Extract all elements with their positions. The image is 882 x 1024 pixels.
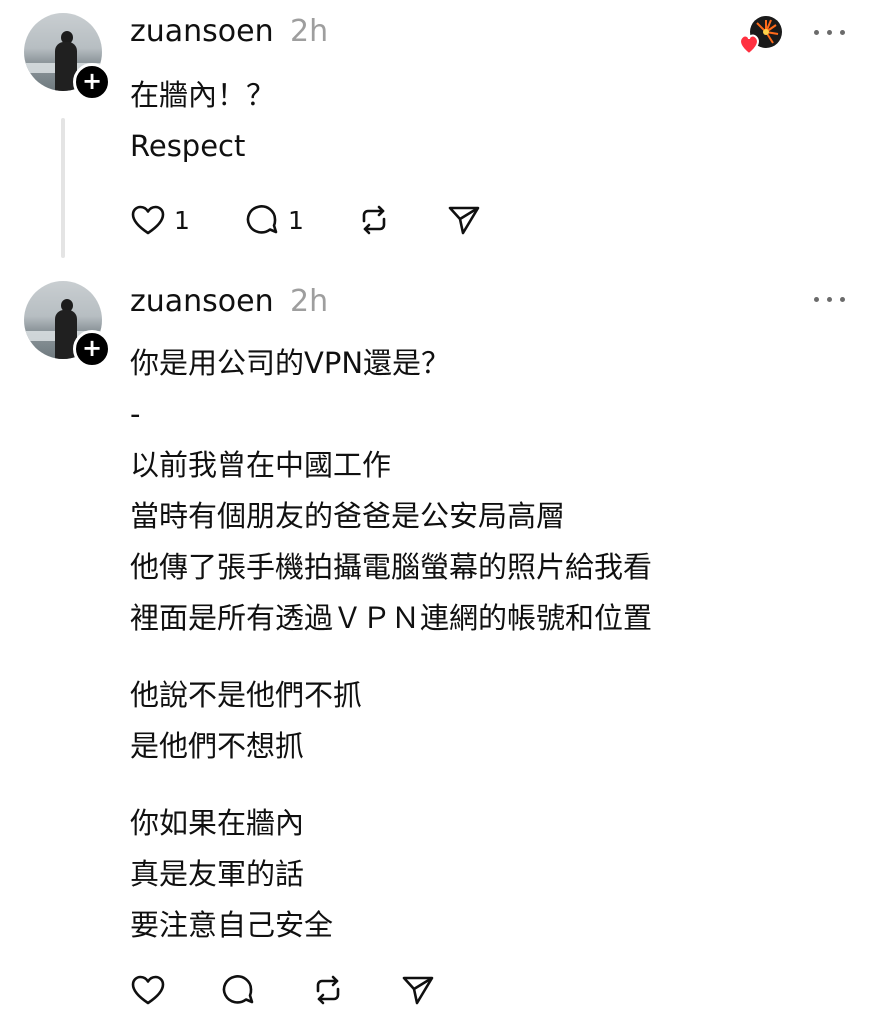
text-line: 是他們不想抓 <box>130 729 305 763</box>
more-options-icon[interactable] <box>810 290 850 310</box>
comment-bubble-icon <box>222 975 254 1004</box>
reply-button[interactable]: 1 <box>244 200 304 240</box>
username[interactable]: zuansoen <box>130 284 274 319</box>
follow-plus-icon[interactable]: + <box>73 63 111 101</box>
post-text: 你是用公司的VPN還是？ - 以前我曾在中國工作 當時有個朋友的爸爸是公安局高層… <box>130 338 652 951</box>
text-line: 他傳了張手機拍攝電腦螢幕的照片給我看 <box>130 550 653 584</box>
text-line: 你是用公司的VPN還是？ <box>130 346 451 380</box>
share-button[interactable] <box>400 970 436 1010</box>
reply-button[interactable] <box>220 970 256 1010</box>
reply-count: 1 <box>288 205 304 235</box>
text-line: 當時有個朋友的爸爸是公安局高層 <box>130 499 566 533</box>
text-line: 他說不是他們不抓 <box>130 678 363 712</box>
liked-by-author-badge-icon <box>738 14 784 58</box>
comment-bubble-icon <box>246 205 278 234</box>
post-text: 在牆內！？ Respect <box>130 70 275 172</box>
repost-button[interactable] <box>310 970 346 1010</box>
thread-post: + zuansoen 2h 你是用公司的VPN還是？ - 以前我曾在中國工作 當… <box>0 270 882 1024</box>
username[interactable]: zuansoen <box>130 14 274 49</box>
send-icon <box>402 976 434 1005</box>
text-line: 真是友軍的話 <box>130 857 305 891</box>
repost-icon <box>316 975 340 1005</box>
follow-plus-icon[interactable]: + <box>73 330 111 368</box>
more-options-icon[interactable] <box>810 23 850 43</box>
like-button[interactable] <box>130 970 166 1010</box>
text-line: 要注意自己安全 <box>130 908 334 942</box>
text-line: 在牆內！？ <box>130 78 276 112</box>
heart-icon <box>131 205 165 235</box>
text-line: Respect <box>130 129 246 163</box>
repost-icon <box>362 205 386 235</box>
like-count: 1 <box>174 205 190 235</box>
send-icon <box>448 206 480 235</box>
text-line: - <box>130 397 141 431</box>
share-button[interactable] <box>446 200 482 240</box>
timestamp: 2h <box>290 284 329 319</box>
thread-post: + zuansoen 2h 在牆內！？ Respect 1 1 <box>0 0 882 270</box>
thread-line <box>61 118 65 258</box>
text-line: 裡面是所有透過ＶＰＮ連網的帳號和位置 <box>130 601 653 635</box>
timestamp: 2h <box>290 14 329 49</box>
like-button[interactable]: 1 <box>130 200 190 240</box>
heart-icon <box>131 975 165 1005</box>
text-line: 你如果在牆內 <box>130 806 305 840</box>
repost-button[interactable] <box>356 200 392 240</box>
text-line: 以前我曾在中國工作 <box>130 448 392 482</box>
